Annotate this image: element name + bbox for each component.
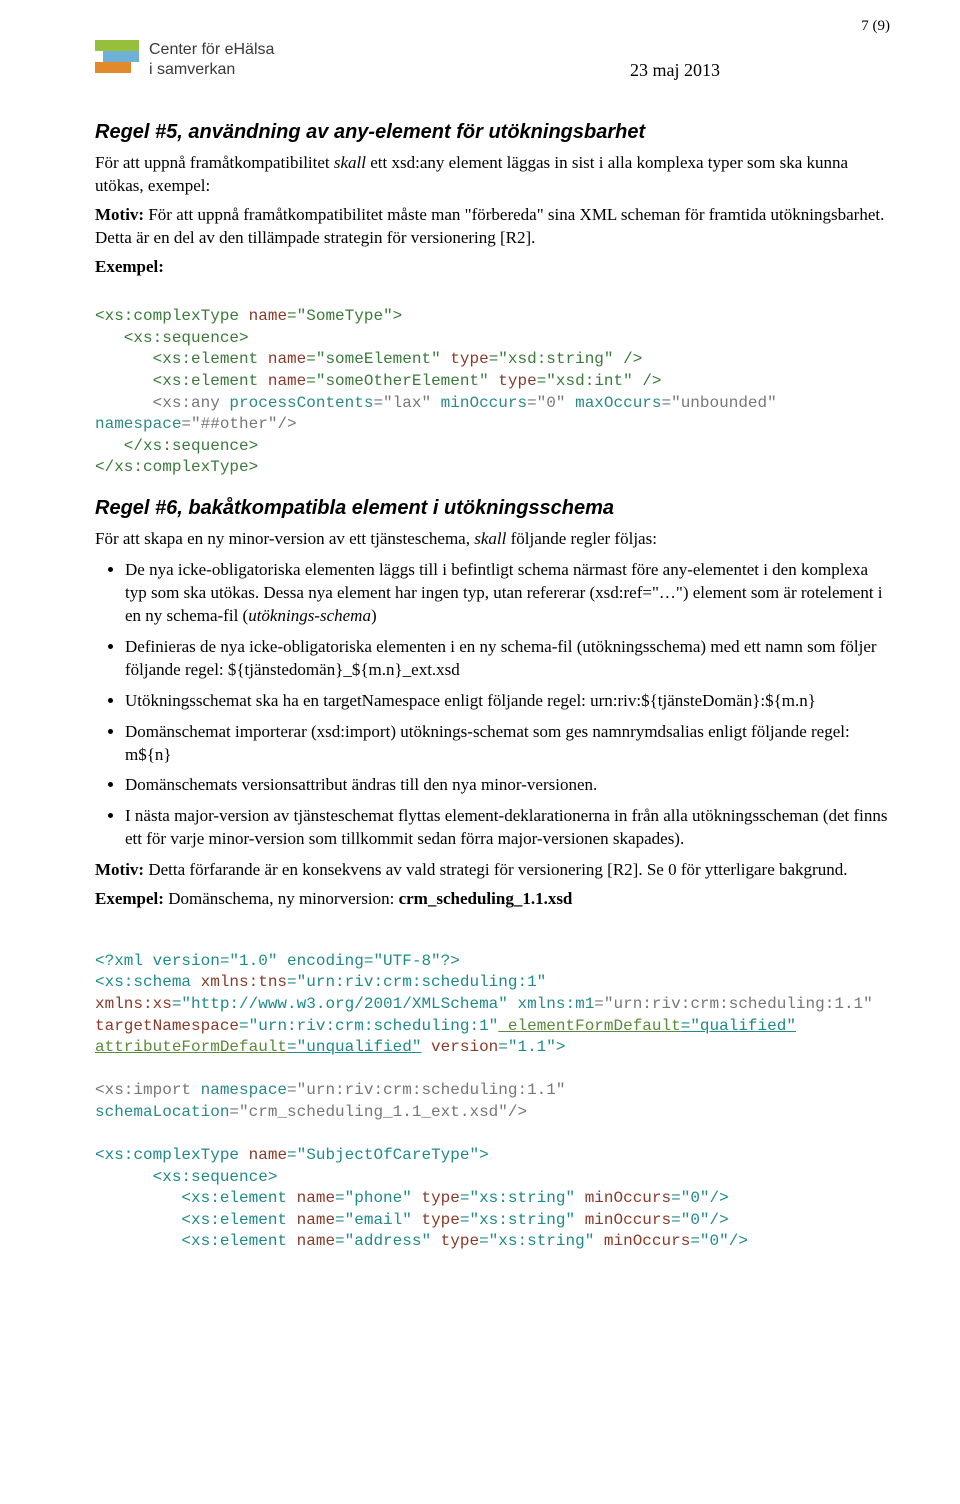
- list-item: I nästa major-version av tjänsteschemat …: [125, 805, 890, 851]
- list-item: Domänschemat importerar (xsd:import) utö…: [125, 721, 890, 767]
- document-date: 23 maj 2013: [630, 60, 720, 81]
- list-item: Definieras de nya icke-obligatoriska ele…: [125, 636, 890, 682]
- logo: Center för eHälsa i samverkan: [95, 40, 274, 80]
- rule5-heading: Regel #5, användning av any-element för …: [95, 121, 890, 144]
- rule6-example-label: Exempel: Domänschema, ny minorversion: c…: [95, 888, 890, 911]
- rule5-motiv: Motiv: För att uppnå framåtkompatibilite…: [95, 204, 890, 250]
- logo-text: Center för eHälsa i samverkan: [149, 40, 274, 80]
- list-item: De nya icke-obligatoriska elementen lägg…: [125, 559, 890, 628]
- logo-bars-icon: [95, 40, 139, 73]
- logo-line2: i samverkan: [149, 60, 274, 80]
- logo-line1: Center för eHälsa: [149, 40, 274, 60]
- list-item: Domänschemats versionsattribut ändras ti…: [125, 774, 890, 797]
- rule6-list: De nya icke-obligatoriska elementen lägg…: [125, 559, 890, 851]
- page-number: 7 (9): [861, 18, 890, 35]
- rule6-intro: För att skapa en ny minor-version av ett…: [95, 528, 890, 551]
- rule6-heading: Regel #6, bakåtkompatibla element i utök…: [95, 497, 890, 520]
- rule5-code: <xs:complexType name="SomeType"> <xs:seq…: [95, 285, 890, 479]
- rule6-motiv: Motiv: Detta förfarande är en konsekvens…: [95, 859, 890, 882]
- list-item: Utökningsschemat ska ha en targetNamespa…: [125, 690, 890, 713]
- rule6-code: <?xml version="1.0" encoding="UTF-8"?> <…: [95, 929, 890, 1253]
- document-header: Center för eHälsa i samverkan 23 maj 201…: [95, 40, 890, 81]
- rule5-example-label: Exempel:: [95, 256, 890, 279]
- rule5-intro: För att uppnå framåtkompatibilitet skall…: [95, 152, 890, 198]
